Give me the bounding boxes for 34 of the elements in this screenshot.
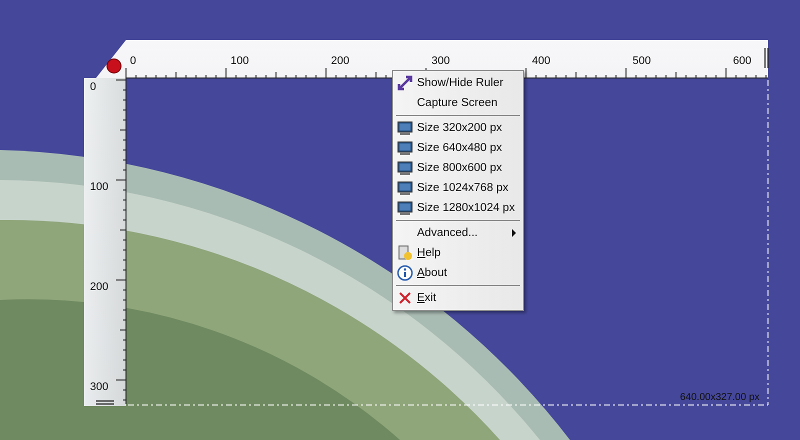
ruler-label: 0 <box>130 55 136 67</box>
monitor-icon <box>397 120 413 136</box>
menu-item[interactable]: Size 320x200 px <box>393 118 523 138</box>
diagonal-arrow-icon <box>397 75 413 91</box>
menu-item[interactable]: Size 640x480 px <box>393 138 523 158</box>
ruler-label: 400 <box>532 55 550 67</box>
selection-size-label: 640.00x327.00 px <box>680 392 760 403</box>
menu-item[interactable]: Advanced... <box>393 223 523 243</box>
ruler-label: 300 <box>432 55 450 67</box>
exit-icon <box>397 290 413 306</box>
menu-item[interactable]: Help <box>393 243 523 263</box>
menu-item[interactable]: Size 800x600 px <box>393 158 523 178</box>
ruler-label: 600 <box>733 55 752 67</box>
menu-item[interactable]: About <box>393 263 523 283</box>
menu-item[interactable]: Exit <box>393 288 523 308</box>
menu-item[interactable]: Capture Screen <box>393 93 523 113</box>
monitor-icon <box>397 160 413 176</box>
menu-item[interactable]: Show/Hide Ruler <box>393 73 523 93</box>
ruler-label: 100 <box>230 55 249 67</box>
ruler-label: 0 <box>90 81 96 93</box>
ruler-label: 500 <box>632 55 651 67</box>
submenu-arrow-icon <box>512 229 516 237</box>
ball-handle[interactable] <box>106 58 122 74</box>
ruler-label: 200 <box>331 55 350 67</box>
info-icon <box>397 265 413 281</box>
help-book-icon <box>397 245 413 261</box>
monitor-icon <box>397 180 413 196</box>
ruler-label: 100 <box>90 181 108 193</box>
menu-item[interactable]: Size 1024x768 px <box>393 178 523 198</box>
ruler-label: 200 <box>90 281 108 293</box>
menu-item[interactable]: Size 1280x1024 px <box>393 198 523 218</box>
ruler-label: 300 <box>90 381 108 393</box>
monitor-icon <box>397 200 413 216</box>
monitor-icon <box>397 140 413 156</box>
